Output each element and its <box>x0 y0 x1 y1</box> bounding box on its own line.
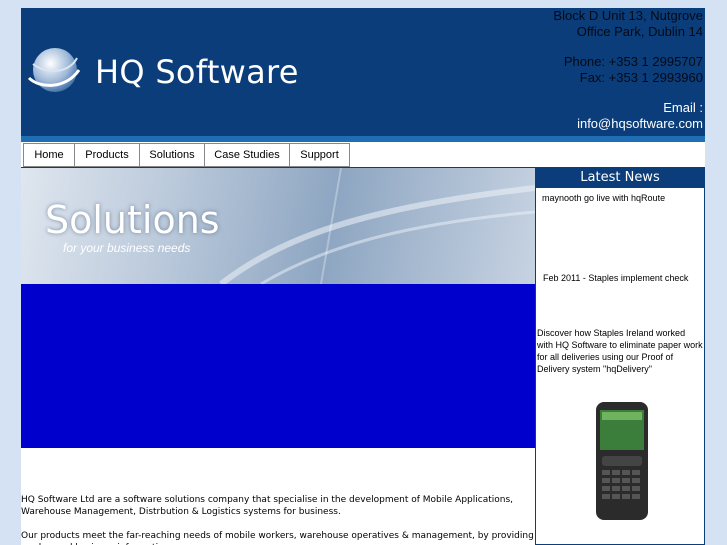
latest-news-panel: Latest News maynooth go live with hqRout… <box>535 168 705 545</box>
address-line-2: Office Park, Dublin 14 <box>576 24 703 39</box>
news-item-3[interactable]: Discover how Staples Ireland worked with… <box>537 327 703 375</box>
news-heading: Latest News <box>536 168 704 188</box>
phone-number: Phone: +353 1 2995707 <box>563 54 703 69</box>
nav-support[interactable]: Support <box>289 143 350 167</box>
nav-home[interactable]: Home <box>23 143 75 167</box>
intro-paragraph-1: HQ Software Ltd are a software solutions… <box>21 495 514 517</box>
banner-subtitle: for your business needs <box>63 241 191 255</box>
nav-products[interactable]: Products <box>74 143 140 167</box>
page: HQ Software Block D Unit 13, Nutgrove Of… <box>21 8 705 545</box>
news-item-2[interactable]: Feb 2011 - Staples implement check <box>543 272 703 284</box>
intro-paragraph-2: Our products meet the far-reaching needs… <box>21 531 534 545</box>
brand-name: HQ Software <box>95 53 299 91</box>
contact-info: Block D Unit 13, Nutgrove Office Park, D… <box>553 8 703 132</box>
banner-title: Solutions <box>45 198 220 242</box>
intro-text: HQ Software Ltd are a software solutions… <box>21 494 535 545</box>
solutions-banner: Solutions for your business needs <box>21 168 535 284</box>
fax-number: Fax: +353 1 2993960 <box>579 70 703 85</box>
main-nav: Home Products Solutions Case Studies Sup… <box>21 142 705 168</box>
blue-content-block <box>21 284 535 448</box>
mobile-device-image <box>596 402 648 520</box>
nav-case-studies[interactable]: Case Studies <box>204 143 290 167</box>
globe-logo-icon[interactable] <box>25 44 81 96</box>
nav-solutions[interactable]: Solutions <box>139 143 205 167</box>
site-header: HQ Software Block D Unit 13, Nutgrove Of… <box>21 8 705 136</box>
address-line-1: Block D Unit 13, Nutgrove <box>553 8 703 23</box>
email-link[interactable]: info@hqsoftware.com <box>553 116 703 132</box>
news-item-1[interactable]: maynooth go live with hqRoute <box>542 192 702 204</box>
email-label: Email : <box>663 100 703 115</box>
